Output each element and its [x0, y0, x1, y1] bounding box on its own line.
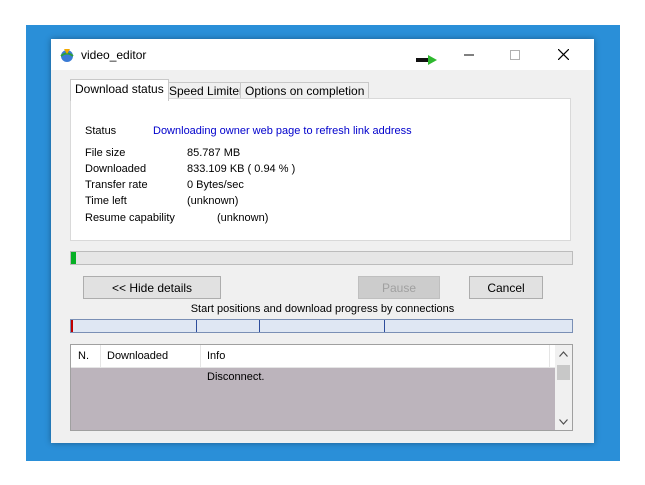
- maximize-icon: [510, 49, 520, 60]
- resume-capability-label: Resume capability: [85, 212, 175, 224]
- tab-download-status[interactable]: Download status: [70, 79, 169, 101]
- downloaded-value: 833.109 KB ( 0.94 % ): [187, 163, 296, 175]
- file-size-label: File size: [85, 147, 126, 159]
- downloaded-label: Downloaded: [85, 163, 147, 175]
- scroll-up-button[interactable]: [555, 345, 572, 362]
- title-bar[interactable]: video_editor: [51, 39, 594, 70]
- download-status-panel: Status Downloading owner web page to ref…: [70, 98, 571, 241]
- row-info: Disconnect.: [207, 371, 265, 383]
- cancel-button[interactable]: Cancel: [469, 276, 543, 299]
- column-header-info[interactable]: Info: [207, 350, 225, 362]
- status-value: Downloading owner web page to refresh li…: [153, 125, 412, 137]
- connection-start-marker: [71, 320, 73, 332]
- transfer-rate-label: Transfer rate: [85, 179, 148, 191]
- minimize-icon: [464, 54, 474, 55]
- green-arrow-icon: [416, 55, 437, 65]
- status-label: Status: [85, 125, 117, 137]
- table-vertical-scrollbar[interactable]: [555, 345, 572, 430]
- idm-globe-icon: [60, 49, 74, 62]
- download-dialog: video_editor Download status Speed Limit…: [51, 39, 594, 443]
- connection-start-marker: [196, 320, 197, 332]
- maximize-button[interactable]: [492, 39, 538, 70]
- time-left-value: (unknown): [187, 195, 239, 207]
- close-button[interactable]: [540, 39, 586, 70]
- connections-caption: Start positions and download progress by…: [190, 303, 455, 315]
- scroll-thumb[interactable]: [557, 365, 570, 380]
- hide-details-button[interactable]: << Hide details: [83, 276, 221, 299]
- chevron-up-icon: [559, 350, 568, 357]
- column-header-downloaded[interactable]: Downloaded: [107, 350, 168, 362]
- download-progress-bar: [70, 251, 573, 265]
- table-row[interactable]: Disconnect.: [71, 368, 555, 384]
- connections-progress-bar: [70, 319, 573, 333]
- scroll-down-button[interactable]: [555, 413, 572, 430]
- pause-button[interactable]: Pause: [358, 276, 440, 299]
- connections-table: N. Downloaded Info Disconnect.: [70, 344, 573, 431]
- close-icon: [557, 49, 569, 60]
- download-progress-fill: [71, 252, 76, 264]
- transfer-rate-value: 0 Bytes/sec: [187, 179, 244, 191]
- resume-capability-value: (unknown): [217, 212, 269, 224]
- time-left-label: Time left: [85, 195, 127, 207]
- column-header-n[interactable]: N.: [78, 350, 89, 362]
- connection-start-marker: [384, 320, 385, 332]
- file-size-value: 85.787 MB: [187, 147, 241, 159]
- minimize-button[interactable]: [446, 39, 492, 70]
- chevron-down-icon: [559, 418, 568, 425]
- table-header: N. Downloaded Info: [71, 345, 555, 368]
- connection-start-marker: [259, 320, 260, 332]
- window-title: video_editor: [81, 48, 147, 62]
